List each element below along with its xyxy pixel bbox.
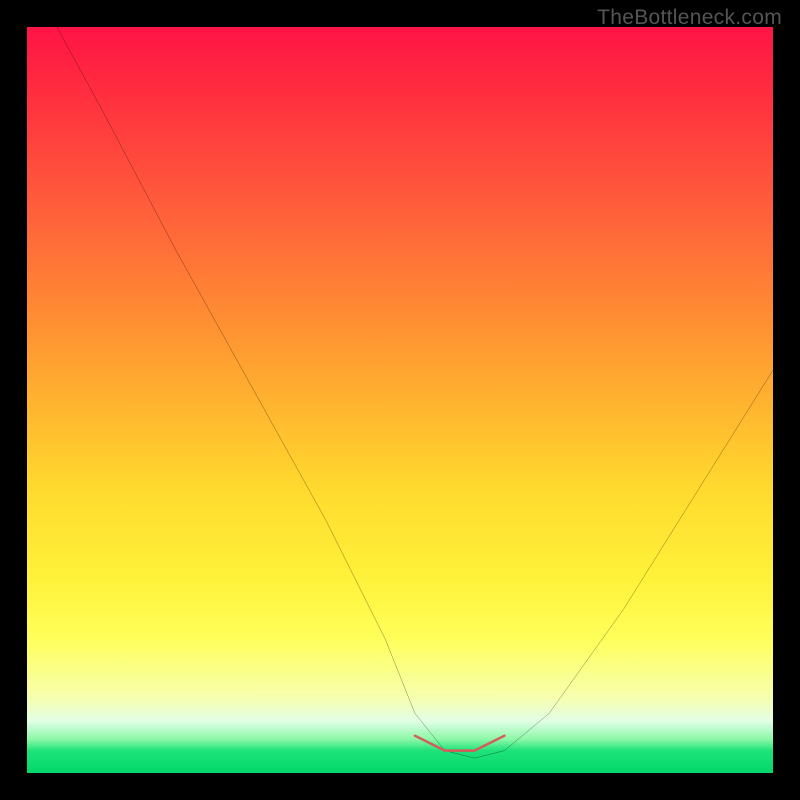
watermark-text: TheBottleneck.com — [597, 6, 782, 30]
curve-path — [57, 27, 773, 758]
plot-area — [27, 27, 773, 773]
trough-highlight — [415, 736, 505, 751]
bottleneck-curve — [27, 27, 773, 773]
outer-frame: TheBottleneck.com — [0, 0, 800, 800]
